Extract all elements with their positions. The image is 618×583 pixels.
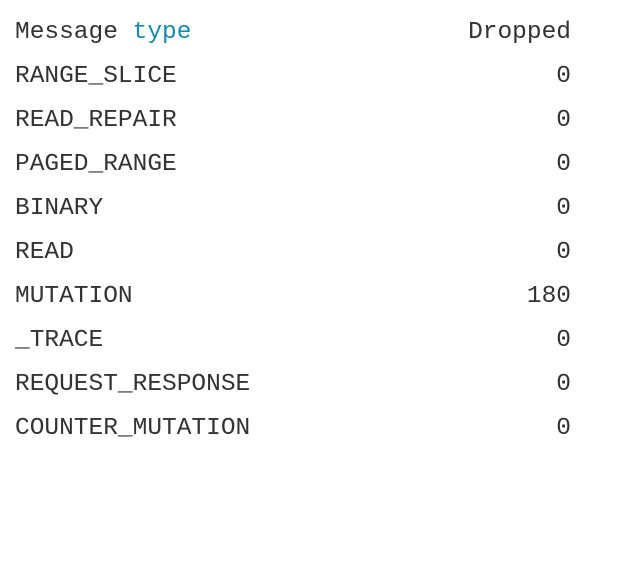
- dropped-header: Dropped: [468, 19, 571, 46]
- message-type: _TRACE: [15, 327, 104, 354]
- table-row: MUTATION 180: [15, 275, 575, 319]
- dropped-count: 0: [556, 195, 571, 222]
- message-type: REQUEST_RESPONSE: [15, 371, 251, 398]
- message-header-word: Message: [15, 19, 133, 46]
- table-row: RANGE_SLICE 0: [15, 55, 575, 99]
- dropped-count: 0: [556, 151, 571, 178]
- dropped-count: 180: [526, 283, 571, 310]
- dropped-count: 0: [556, 239, 571, 266]
- type-keyword: type: [132, 19, 192, 46]
- message-type: READ: [15, 239, 74, 266]
- table-row: READ_REPAIR 0: [15, 99, 575, 143]
- dropped-count: 0: [556, 371, 571, 398]
- table-row: _TRACE 0: [15, 319, 575, 363]
- dropped-count: 0: [556, 107, 571, 134]
- message-type: MUTATION: [15, 283, 133, 310]
- message-type-header: Message type: [15, 11, 191, 55]
- table-row: COUNTER_MUTATION 0: [15, 407, 575, 451]
- dropped-count: 0: [556, 63, 571, 90]
- message-type: BINARY: [15, 195, 104, 222]
- table-row: REQUEST_RESPONSE 0: [15, 363, 575, 407]
- message-type: READ_REPAIR: [15, 107, 177, 134]
- message-type: COUNTER_MUTATION: [15, 415, 251, 442]
- dropped-messages-output: Message type Dropped RANGE_SLICE 0 READ_…: [15, 11, 575, 451]
- table-row: PAGED_RANGE 0: [15, 143, 575, 187]
- table-row: READ 0: [15, 231, 575, 275]
- header-row: Message type Dropped: [15, 11, 575, 55]
- message-type: RANGE_SLICE: [15, 63, 177, 90]
- dropped-count: 0: [556, 327, 571, 354]
- dropped-count: 0: [556, 415, 571, 442]
- message-type: PAGED_RANGE: [15, 151, 177, 178]
- table-row: BINARY 0: [15, 187, 575, 231]
